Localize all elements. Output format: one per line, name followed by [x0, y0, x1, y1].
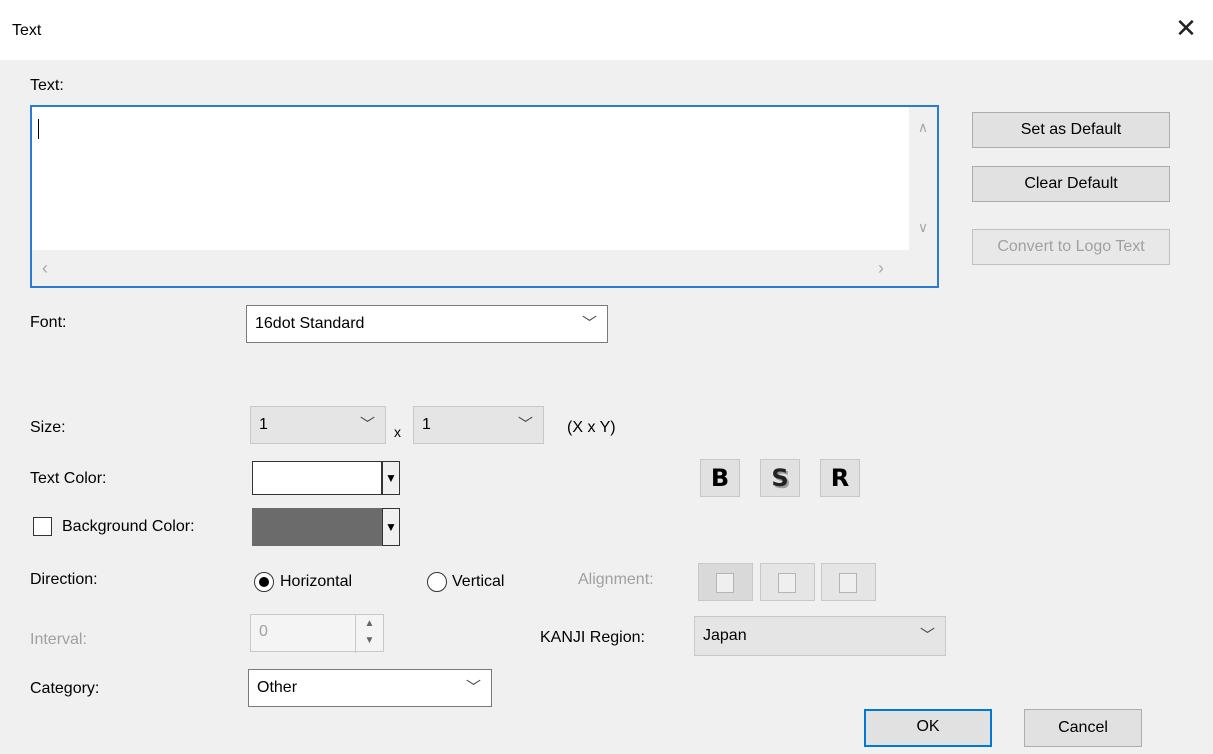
alignment-label: Alignment: [578, 571, 654, 588]
text-color-label: Text Color: [30, 470, 107, 487]
size-separator: x [394, 424, 401, 440]
ok-button[interactable]: OK [864, 709, 992, 747]
category-select[interactable]: Other ﹀ [248, 669, 492, 707]
vertical-radio[interactable] [427, 572, 447, 592]
chevron-down-icon: ﹀ [919, 627, 935, 644]
cancel-button[interactable]: Cancel [1024, 709, 1142, 747]
size-label: Size: [30, 419, 66, 436]
size-hint: (X x Y) [567, 419, 616, 436]
direction-label: Direction: [30, 571, 98, 588]
bold-button[interactable]: B [700, 459, 740, 497]
text-input[interactable]: ∧ ∨ ‹ › [30, 105, 939, 288]
category-value: Other [257, 679, 298, 696]
text-color-swatch[interactable] [252, 461, 382, 495]
font-label: Font: [30, 314, 67, 331]
size-y-select[interactable]: 1 ﹀ [413, 406, 544, 444]
set-as-default-button[interactable]: Set as Default [972, 112, 1170, 148]
kanji-region-label: KANJI Region: [540, 629, 645, 646]
scroll-down-icon[interactable]: ∨ [909, 219, 937, 236]
chevron-down-icon: ﹀ [465, 679, 481, 696]
align-left-button[interactable] [698, 563, 753, 601]
text-label: Text: [30, 77, 64, 94]
close-icon[interactable]: ✕ [1172, 14, 1200, 42]
interval-value: 0 [259, 623, 268, 640]
kanji-region-value: Japan [703, 627, 747, 644]
scroll-right-icon[interactable]: › [878, 258, 884, 279]
background-color-checkbox[interactable] [33, 517, 52, 536]
chevron-down-icon: ﹀ [581, 315, 597, 332]
radio-selected-dot [259, 577, 269, 587]
size-x-value: 1 [259, 416, 268, 433]
category-label: Category: [30, 680, 100, 697]
background-color-swatch[interactable] [252, 508, 382, 546]
interval-label: Interval: [30, 631, 87, 648]
title-bar [0, 0, 1213, 60]
vertical-scrollbar[interactable]: ∧ ∨ [909, 107, 937, 286]
chevron-down-icon: ﹀ [517, 416, 533, 433]
spinner-arrows-icon[interactable]: ▲ ▼ [355, 615, 383, 653]
align-left-icon [716, 573, 734, 593]
size-x-select[interactable]: 1 ﹀ [250, 406, 386, 444]
align-right-button[interactable] [821, 563, 876, 601]
horizontal-scrollbar[interactable]: ‹ › [32, 250, 912, 286]
scroll-up-icon[interactable]: ∧ [909, 119, 937, 136]
clear-default-button[interactable]: Clear Default [972, 166, 1170, 202]
background-color-label: Background Color: [62, 518, 195, 535]
align-center-button[interactable] [760, 563, 815, 601]
window-title: Text [12, 22, 42, 39]
size-y-value: 1 [422, 416, 431, 433]
convert-to-logo-text-button[interactable]: Convert to Logo Text [972, 229, 1170, 265]
interval-spinner[interactable]: 0 ▲ ▼ [250, 614, 384, 653]
font-select-value: 16dot Standard [255, 315, 365, 332]
align-center-icon [778, 573, 796, 593]
background-color-dropdown-icon[interactable]: ▼ [382, 508, 400, 546]
horizontal-radio[interactable] [254, 572, 274, 592]
scroll-left-icon[interactable]: ‹ [42, 258, 48, 279]
kanji-region-select[interactable]: Japan ﹀ [694, 616, 946, 656]
shadow-button[interactable]: S [760, 459, 800, 497]
reverse-button[interactable]: R [820, 459, 860, 497]
chevron-down-icon: ﹀ [359, 416, 375, 433]
font-select[interactable]: 16dot Standard ﹀ [246, 305, 608, 343]
text-color-dropdown-icon[interactable]: ▼ [382, 461, 400, 495]
text-caret [38, 119, 39, 139]
align-right-icon [839, 573, 857, 593]
horizontal-label: Horizontal [280, 573, 353, 590]
vertical-label: Vertical [452, 573, 505, 590]
